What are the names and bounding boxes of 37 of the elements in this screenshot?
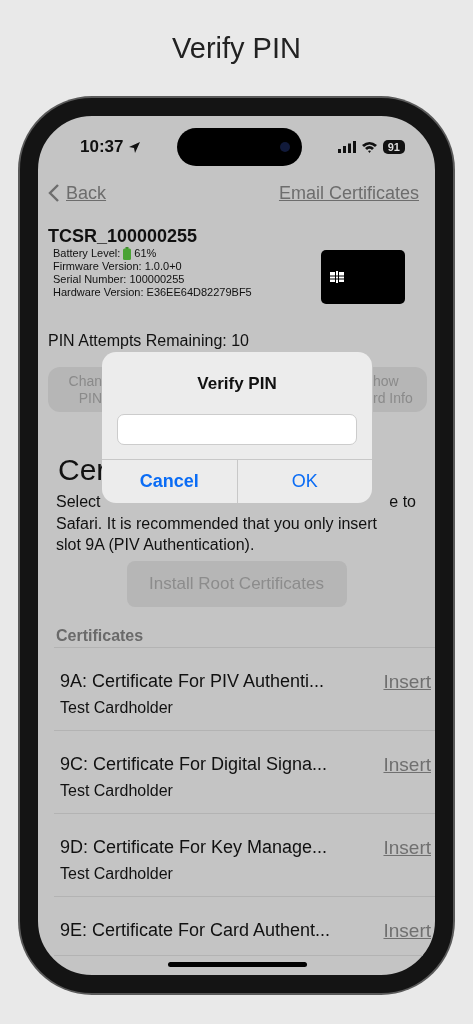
signal-icon (337, 141, 356, 153)
wifi-icon (360, 141, 378, 153)
insert-link[interactable]: Insert (383, 920, 431, 942)
page-title: Verify PIN (172, 32, 301, 66)
device-info-line: Firmware Version: 1.0.0+0 (53, 260, 183, 273)
device-info-line: Hardware Version: E36EE64D82279BF5 (53, 286, 252, 299)
back-chevron-icon (48, 183, 60, 203)
dialog-button[interactable]: OK (236, 460, 372, 503)
pin-attempts-text: PIN Attempts Remaining: 10 (47, 331, 250, 350)
certificate-title: 9E: Certificate For Card Authent... (60, 920, 331, 941)
location-arrow-icon (128, 140, 142, 154)
insert-link[interactable]: Insert (383, 754, 431, 776)
device-info-line: Serial Number: 100000255 (53, 273, 186, 286)
back-link[interactable]: Back (48, 182, 107, 204)
battery-indicator: 91 (382, 140, 405, 154)
insert-link[interactable]: Insert (383, 671, 431, 693)
battery-level-label: Battery Level: (53, 247, 121, 260)
insert-link[interactable]: Insert (383, 837, 431, 859)
pin-input-field[interactable] (117, 414, 357, 445)
certificate-subtitle: Test Cardholder (60, 865, 174, 883)
battery-level-value: 61% (134, 247, 157, 260)
certificates-header: Certificates (54, 607, 435, 648)
certificate-subtitle: Test Cardholder (60, 699, 174, 717)
description-text: e to (389, 493, 416, 511)
certificate-title: 9D: Certificate For Key Manage... (60, 837, 328, 858)
dialog-title: Verify PIN (197, 374, 277, 394)
chip-icon (329, 269, 345, 285)
camera-icon (280, 142, 291, 152)
description-text: Safari. It is recommended that you only insert slot 9A (PIV Authentication). (56, 514, 379, 555)
certificate-subtitle: Test Cardholder (60, 782, 174, 800)
email-certificates-link[interactable]: Email Certificates (278, 182, 419, 204)
device-name: TCSR_100000255 (48, 226, 199, 247)
battery-icon (123, 247, 132, 260)
certificate-title: 9C: Certificate For Digital Signa... (60, 754, 328, 775)
certificate-title: 9A: Certificate For PIV Authenti... (60, 671, 325, 692)
status-time: 10:37 (80, 137, 124, 157)
description-text: Select (56, 493, 101, 511)
